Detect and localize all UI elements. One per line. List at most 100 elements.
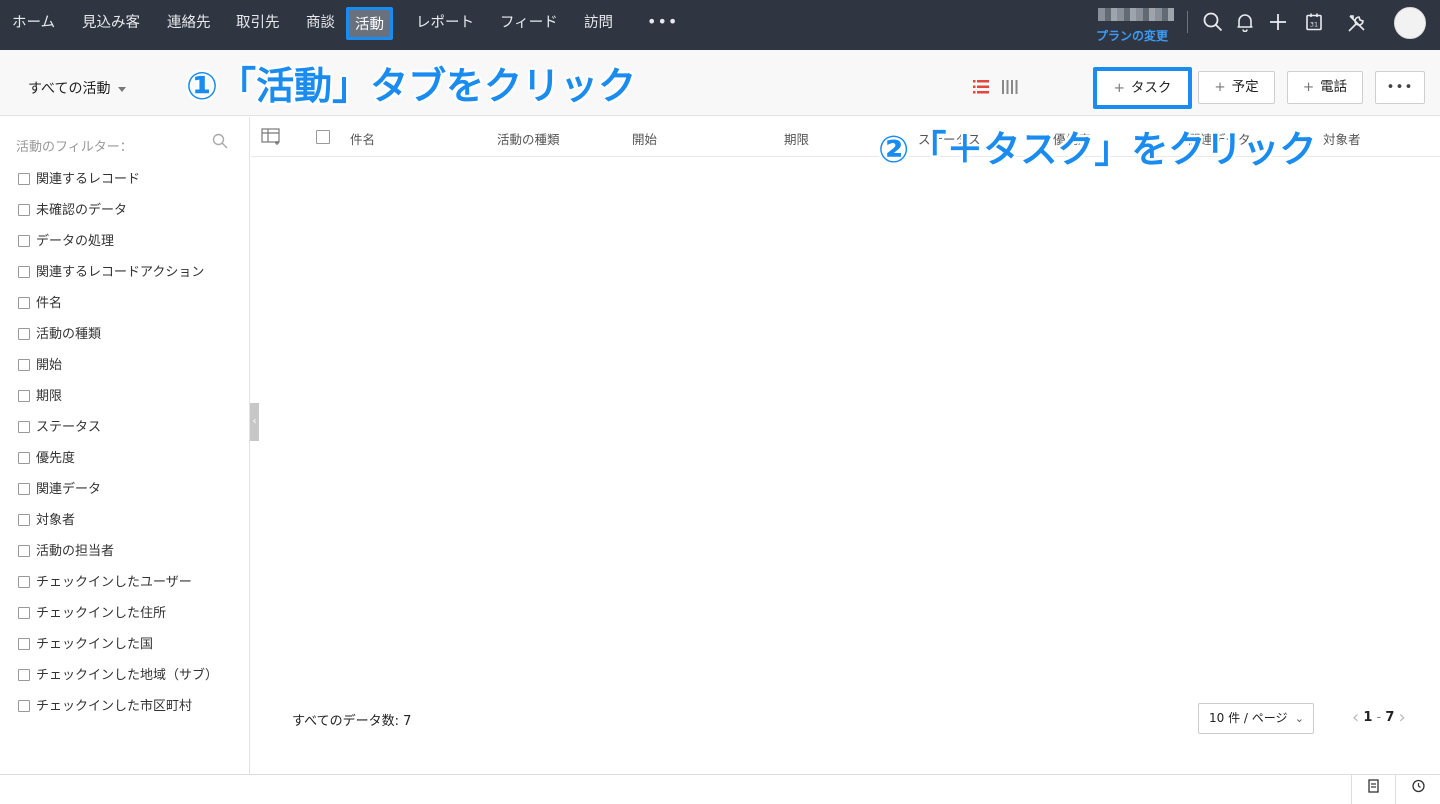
column-settings-icon[interactable] xyxy=(261,128,281,150)
tab-4[interactable]: 商談 xyxy=(306,0,335,48)
annotation-step-2: ②「＋タスク」をクリック xyxy=(878,128,1317,171)
range-separator: - xyxy=(1372,710,1386,725)
svg-text:31: 31 xyxy=(1310,21,1318,29)
annotation-step-1: ①「活動」タブをクリック xyxy=(186,64,637,108)
filter-label: 関連するレコードアクション xyxy=(36,265,205,280)
plus-icon: + xyxy=(1214,79,1226,95)
filter-checkbox[interactable] xyxy=(18,606,30,619)
filter-label: 期限 xyxy=(36,389,63,404)
filter-label: 関連データ xyxy=(36,482,102,497)
filter-checkbox[interactable] xyxy=(18,513,30,526)
filter-item[interactable]: チェックインしたユーザー xyxy=(18,573,192,593)
header-contact[interactable]: 対象者 xyxy=(1323,129,1361,148)
filter-label: 件名 xyxy=(36,296,63,311)
per-page-value: 10 件 / ページ xyxy=(1209,711,1288,725)
nav-divider xyxy=(1187,11,1188,33)
filter-checkbox[interactable] xyxy=(18,389,30,402)
select-all-checkbox[interactable] xyxy=(316,130,330,144)
filter-checkbox[interactable] xyxy=(18,544,30,557)
filter-item[interactable]: 関連するレコード xyxy=(18,170,140,190)
filter-title: 活動のフィルター： xyxy=(16,140,133,155)
next-page-icon[interactable]: › xyxy=(1399,707,1406,728)
filter-label: 関連するレコード xyxy=(36,172,141,187)
header-due[interactable]: 期限 xyxy=(784,129,809,148)
per-page-select[interactable]: 10 件 / ページ ⌄ xyxy=(1198,703,1314,734)
kanban-view-icon[interactable] xyxy=(1002,80,1018,97)
tab-1[interactable]: 見込み客 xyxy=(82,0,140,48)
filter-checkbox[interactable] xyxy=(18,327,30,340)
filter-item[interactable]: チェックインした市区町村 xyxy=(18,697,192,717)
tab-7[interactable]: フィード xyxy=(500,0,558,48)
filter-item[interactable]: 期限 xyxy=(18,387,62,407)
filter-checkbox[interactable] xyxy=(18,482,30,495)
filter-checkbox[interactable] xyxy=(18,420,30,433)
status-bar xyxy=(0,774,1440,804)
org-name-blurred xyxy=(1098,8,1174,21)
search-icon[interactable] xyxy=(1202,12,1224,34)
filter-item[interactable]: チェックインした地域（サブ） xyxy=(18,666,218,686)
caret-down-icon xyxy=(118,86,127,92)
filter-item[interactable]: 対象者 xyxy=(18,511,75,531)
filter-checkbox[interactable] xyxy=(18,637,30,650)
filter-checkbox[interactable] xyxy=(18,203,30,216)
filter-item[interactable]: 件名 xyxy=(18,294,62,314)
filter-item[interactable]: 未確認のデータ xyxy=(18,201,127,221)
filter-label: ステータス xyxy=(36,420,102,435)
plus-icon[interactable] xyxy=(1267,12,1289,34)
filter-item[interactable]: チェックインした国 xyxy=(18,635,153,655)
view-selector[interactable]: すべての活動 xyxy=(28,78,127,98)
filter-item[interactable]: 活動の担当者 xyxy=(18,542,114,562)
filter-label: チェックインした市区町村 xyxy=(36,699,193,714)
filter-item[interactable]: 関連するレコードアクション xyxy=(18,263,204,283)
filter-checkbox[interactable] xyxy=(18,172,30,185)
filter-item[interactable]: データの処理 xyxy=(18,232,114,252)
add-event-button[interactable]: + 予定 xyxy=(1198,71,1275,104)
tab-0[interactable]: ホーム xyxy=(12,0,55,48)
tab-6[interactable]: レポート xyxy=(416,0,474,48)
filter-label: 活動の種類 xyxy=(36,327,102,342)
tools-icon[interactable] xyxy=(1346,12,1368,34)
filter-search-icon[interactable] xyxy=(212,133,228,153)
tab-5[interactable]: 活動 xyxy=(346,7,393,40)
filter-item[interactable]: ステータス xyxy=(18,418,101,438)
filter-checkbox[interactable] xyxy=(18,575,30,588)
calendar-icon[interactable]: 31 xyxy=(1303,12,1325,34)
filter-checkbox[interactable] xyxy=(18,234,30,247)
more-tabs-button[interactable]: ••• xyxy=(647,0,678,44)
filter-item[interactable]: チェックインした住所 xyxy=(18,604,166,624)
sidebar-collapse-handle[interactable]: ‹ xyxy=(250,403,259,441)
list-view-icon[interactable] xyxy=(973,80,989,97)
filter-item[interactable]: 活動の種類 xyxy=(18,325,101,345)
add-call-button[interactable]: + 電話 xyxy=(1287,71,1363,104)
prev-page-icon[interactable]: ‹ xyxy=(1352,707,1359,728)
filter-checkbox[interactable] xyxy=(18,265,30,278)
filter-checkbox[interactable] xyxy=(18,668,30,681)
pagination: ‹ 1 - 7 › xyxy=(1352,707,1406,728)
header-subject[interactable]: 件名 xyxy=(350,129,375,148)
header-start[interactable]: 開始 xyxy=(632,129,657,148)
filter-item[interactable]: 優先度 xyxy=(18,449,75,469)
tab-8[interactable]: 訪問 xyxy=(584,0,613,48)
history-icon[interactable] xyxy=(1395,775,1439,804)
tab-2[interactable]: 連絡先 xyxy=(167,0,211,48)
add-task-button[interactable]: + タスク xyxy=(1093,67,1192,109)
filter-item[interactable]: 関連データ xyxy=(18,480,101,500)
plan-change-link[interactable]: プランの変更 xyxy=(1096,27,1168,44)
filter-checkbox[interactable] xyxy=(18,358,30,371)
notes-icon[interactable] xyxy=(1351,775,1395,804)
filter-checkbox[interactable] xyxy=(18,451,30,464)
chevron-down-icon: ⌄ xyxy=(1294,712,1304,725)
add-call-label: 電話 xyxy=(1320,79,1348,95)
filter-item[interactable]: 開始 xyxy=(18,356,62,376)
filter-label: チェックインしたユーザー xyxy=(36,575,192,590)
filter-label: 優先度 xyxy=(36,451,76,466)
more-actions-button[interactable]: ••• xyxy=(1375,71,1425,104)
bell-icon[interactable] xyxy=(1234,12,1256,34)
filter-checkbox[interactable] xyxy=(18,296,30,309)
filter-checkbox[interactable] xyxy=(18,699,30,712)
header-type[interactable]: 活動の種類 xyxy=(497,129,560,148)
filter-label: チェックインした国 xyxy=(36,637,154,652)
avatar[interactable] xyxy=(1394,7,1426,39)
tab-3[interactable]: 取引先 xyxy=(236,0,280,48)
filter-sidebar: 活動のフィルター： 関連するレコード未確認のデータ データの処理関連するレコードア… xyxy=(0,117,250,774)
